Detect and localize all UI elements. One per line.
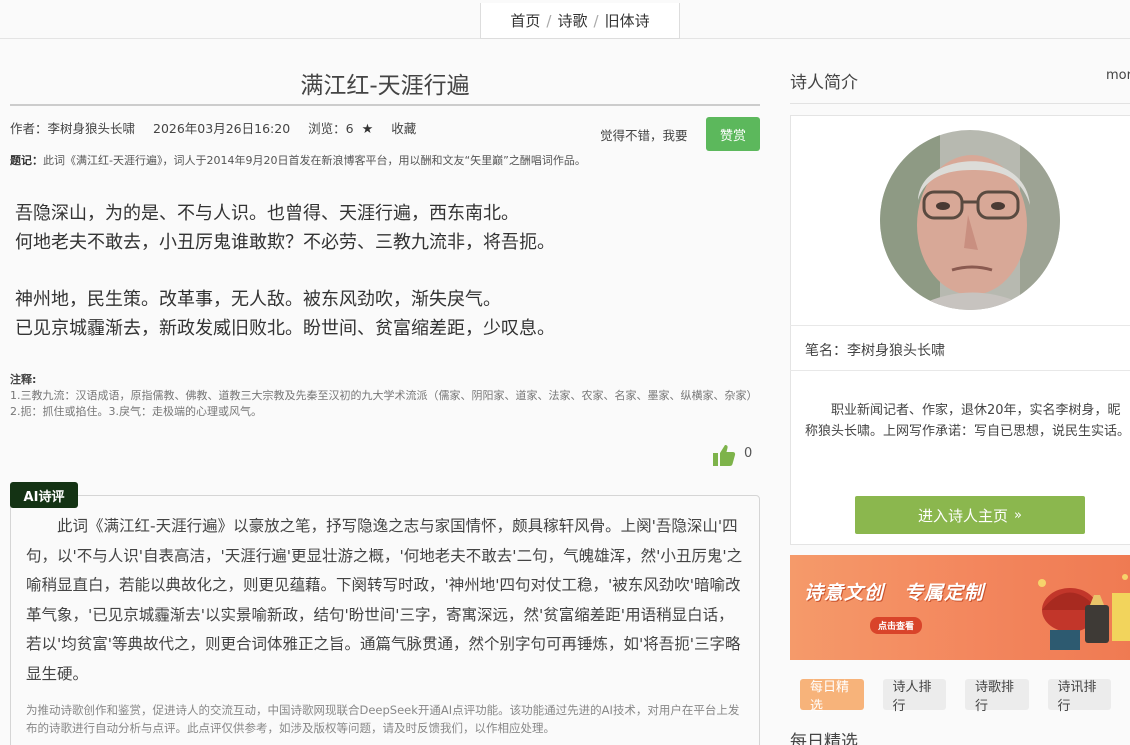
like-count: 0 bbox=[744, 446, 753, 461]
publish-datetime: 2026年03月26日16:20 bbox=[153, 121, 291, 136]
stanza: 吾隐深山，为的是、不与人识。也曾得、天涯行遍，西东南北。 何地老夫不敢去，小丑厉… bbox=[15, 200, 760, 257]
sidebar-divider bbox=[790, 103, 1130, 104]
breadcrumb-separator: / bbox=[546, 11, 552, 30]
star-icon: ★ bbox=[361, 122, 374, 137]
poem-line: 神州地，民生策。改革事，无人敌。被东风劲吹，渐失戾气。 bbox=[15, 289, 501, 310]
avatar-portrait bbox=[880, 130, 1060, 310]
breadcrumb-separator: / bbox=[593, 11, 599, 30]
collect-label: 收藏 bbox=[391, 121, 417, 136]
banner-products-illustration bbox=[1038, 574, 1130, 650]
notes-text: 1.三教九流：汉语成语，原指儒教、佛教、道教三大宗教及先秦至汉初的九大学术流派（… bbox=[10, 389, 758, 418]
enter-poet-homepage-button[interactable]: 进入诗人主页 » bbox=[855, 496, 1085, 534]
poem-line: 已见京城霾渐去，新政发威旧败北。盼世间、贫富缩差距，少叹息。 bbox=[15, 317, 555, 339]
tab-daily-picks[interactable]: 每日精选 bbox=[800, 679, 864, 714]
breadcrumb-poetry[interactable]: 诗歌 bbox=[557, 10, 587, 31]
tab-poet-ranking[interactable]: 诗人排行 bbox=[882, 679, 946, 714]
ranking-tabs: 每日精选 诗人排行 诗歌排行 诗讯排行 bbox=[800, 679, 1130, 714]
more-link[interactable]: more bbox=[1106, 68, 1130, 83]
like-prompt: 觉得不错，我要 bbox=[600, 128, 688, 143]
double-chevron-right-icon: » bbox=[1014, 507, 1022, 523]
stanza: 神州地，民生策。改革事，无人敌。被东风劲吹，渐失戾气。 已见京城霾渐去，新政发威… bbox=[15, 286, 760, 343]
daily-picks-heading: 每日精选 bbox=[790, 732, 858, 745]
enter-button-label: 进入诗人主页 bbox=[918, 506, 1009, 525]
poem-title: 满江红-天涯行遍 bbox=[300, 73, 470, 99]
banner-tag: 点击查看 bbox=[870, 617, 923, 634]
tab-poem-ranking[interactable]: 诗歌排行 bbox=[965, 679, 1029, 714]
poem-meta: 作者：李树身狼头长啸 2026年03月26日16:20 浏览：6 ★ 收藏 bbox=[10, 118, 430, 137]
reward-button[interactable]: 赞赏 bbox=[706, 117, 760, 151]
promo-banner[interactable]: 诗意文创 专属定制 点击查看 bbox=[790, 555, 1130, 660]
avatar[interactable] bbox=[880, 130, 1060, 310]
poet-intro-heading: 诗人简介 bbox=[790, 73, 858, 93]
views-count: 浏览：6 bbox=[308, 121, 354, 136]
ai-disclaimer: 为推动诗歌创作和鉴赏，促进诗人的交流互动，中国诗歌网现联合DeepSeek开通A… bbox=[26, 703, 740, 735]
poet-bio: 职业新闻记者、作家，退休20年，实名李树身，昵称狼头长啸。上网写作承诺：写自已思… bbox=[805, 403, 1130, 439]
notes: 注释: 1.三教九流：汉语成语，原指儒教、佛教、道教三大宗教及先秦至汉初的九大学… bbox=[10, 372, 760, 420]
card-divider bbox=[790, 325, 1130, 326]
breadcrumb-category[interactable]: 旧体诗 bbox=[605, 10, 650, 31]
banner-title: 诗意文创 专属定制 bbox=[804, 582, 985, 604]
inscription-text: 此词《满江红-天涯行遍》，词人于2014年9月20日首发在新浪博客平台，用以酬和… bbox=[43, 154, 586, 167]
title-divider bbox=[10, 104, 760, 106]
breadcrumb: 首页 / 诗歌 / 旧体诗 bbox=[480, 3, 680, 39]
inscription-label: 题记： bbox=[10, 154, 43, 167]
collect-button[interactable]: ★ 收藏 bbox=[361, 121, 431, 137]
breadcrumb-home[interactable]: 首页 bbox=[510, 10, 540, 31]
poet-penname: 笔名：李树身狼头长啸 bbox=[805, 343, 945, 359]
ai-review-text: 此词《满江红-天涯行遍》以豪放之笔，抒写隐逸之志与家国情怀，颇具稼轩风骨。上阕'… bbox=[26, 517, 743, 683]
author-label[interactable]: 作者：李树身狼头长啸 bbox=[10, 121, 135, 136]
ai-review-tag: AI诗评 bbox=[10, 482, 78, 508]
poem-line: 何地老夫不敢去，小丑厉鬼谁敢欺？不必劳、三教九流非，将吾扼。 bbox=[15, 231, 555, 253]
notes-label: 注释: bbox=[10, 373, 37, 386]
poem-line: 吾隐深山，为的是、不与人识。也曾得、天涯行遍，西东南北。 bbox=[15, 203, 519, 224]
inscription: 题记：此词《满江红-天涯行遍》，词人于2014年9月20日首发在新浪博客平台，用… bbox=[10, 152, 760, 168]
card-divider bbox=[790, 370, 1130, 371]
tab-news-ranking[interactable]: 诗讯排行 bbox=[1047, 679, 1111, 714]
thumbs-up-icon[interactable] bbox=[712, 443, 736, 467]
poem-body: 吾隐深山，为的是、不与人识。也曾得、天涯行遍，西东南北。 何地老夫不敢去，小丑厉… bbox=[15, 200, 760, 372]
